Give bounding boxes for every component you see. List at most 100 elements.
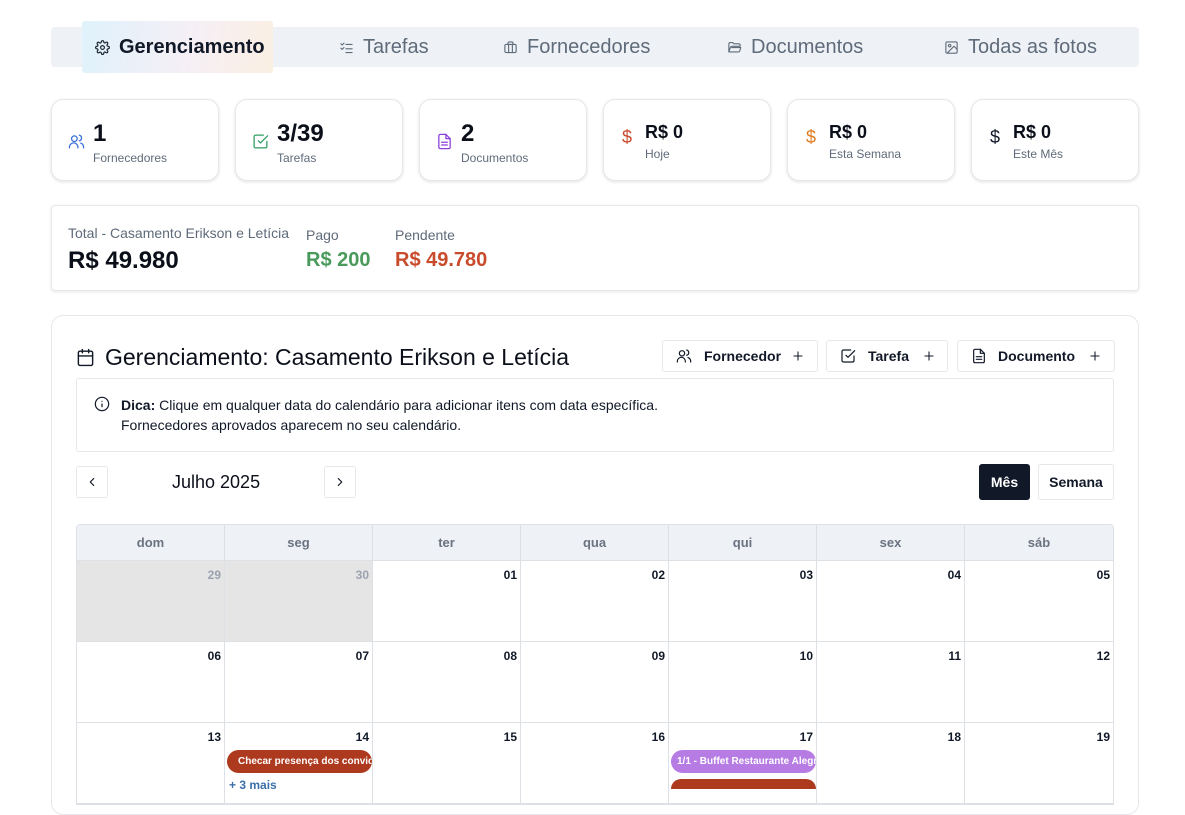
stat-value: 3/39 xyxy=(277,120,324,147)
calendar-day[interactable]: 30 xyxy=(225,561,373,641)
calendar-day[interactable]: 14 Checar presença dos convidados + 3 ma… xyxy=(225,723,373,803)
calendar-day[interactable]: 08 xyxy=(373,642,521,722)
calendar-day[interactable]: 02 xyxy=(521,561,669,641)
next-month-button[interactable] xyxy=(324,466,356,498)
calendar-day[interactable]: 11 xyxy=(817,642,965,722)
briefcase-icon xyxy=(504,40,517,53)
day-number: 19 xyxy=(1096,730,1110,744)
day-number: 16 xyxy=(651,730,665,744)
day-number: 08 xyxy=(503,649,517,663)
calendar-day[interactable]: 18 xyxy=(817,723,965,803)
calendar-day[interactable]: 03 xyxy=(669,561,817,641)
view-week-button[interactable]: Semana xyxy=(1038,464,1114,500)
calendar-day[interactable]: 10 xyxy=(669,642,817,722)
view-month-button[interactable]: Mês xyxy=(979,464,1030,500)
plus-icon xyxy=(924,351,934,361)
weekday-label: ter xyxy=(373,525,521,560)
add-fornecedor-button[interactable]: Fornecedor xyxy=(662,340,818,372)
file-icon xyxy=(973,348,985,364)
calendar-day[interactable]: 04 xyxy=(817,561,965,641)
tab-todas-as-fotos[interactable]: Todas as fotos xyxy=(944,27,1097,67)
calendar-day[interactable]: 13 xyxy=(77,723,225,803)
calendar-day[interactable]: 01 xyxy=(373,561,521,641)
file-icon xyxy=(438,133,451,150)
tab-gerenciamento[interactable]: Gerenciamento xyxy=(95,27,265,67)
day-number: 09 xyxy=(651,649,665,663)
day-number: 06 xyxy=(207,649,221,663)
tip-line-2: Fornecedores aprovados aparecem no seu c… xyxy=(121,417,462,433)
month-label: Julho 2025 xyxy=(172,472,261,492)
stat-label: Esta Semana xyxy=(829,147,902,161)
tab-label: Todas as fotos xyxy=(968,35,1097,58)
checklist-icon xyxy=(340,42,353,53)
management-title: Gerenciamento: Casamento Erikson e Letíc… xyxy=(76,344,569,371)
stat-card-hoje: $ R$ 0 Hoje xyxy=(603,99,771,181)
calendar-event-partial[interactable] xyxy=(671,779,816,789)
calendar-grid: dom seg ter qua qui sex sáb 29 30 01 02 … xyxy=(76,524,1114,805)
calendar-day[interactable]: 05 xyxy=(965,561,1113,641)
tab-documentos[interactable]: Documentos xyxy=(727,27,863,67)
stat-value: 1 xyxy=(93,120,107,147)
paid-label: Pago xyxy=(306,227,339,243)
calendar-day[interactable]: 16 xyxy=(521,723,669,803)
stat-card-este-mes: $ R$ 0 Este Mês xyxy=(971,99,1139,181)
tab-tarefas[interactable]: Tarefas xyxy=(339,27,429,67)
weekday-label: sex xyxy=(817,525,965,560)
calendar-day[interactable]: 12 xyxy=(965,642,1113,722)
button-label: Documento xyxy=(998,348,1075,364)
calendar-day[interactable]: 15 xyxy=(373,723,521,803)
calendar-day[interactable]: 07 xyxy=(225,642,373,722)
users-icon xyxy=(676,349,692,363)
tip-bold: Dica: xyxy=(121,397,156,413)
add-documento-button[interactable]: Documento xyxy=(957,340,1115,372)
more-events-link[interactable]: + 3 mais xyxy=(229,778,277,792)
weekday-label: qua xyxy=(521,525,669,560)
day-number: 14 xyxy=(355,730,369,744)
calendar-day[interactable]: 09 xyxy=(521,642,669,722)
stat-label: Fornecedores xyxy=(93,151,168,165)
check-square-icon xyxy=(253,134,269,149)
tab-label: Tarefas xyxy=(363,35,429,58)
day-number: 18 xyxy=(947,730,961,744)
dollar-icon: $ xyxy=(622,127,633,147)
weekday-label: sáb xyxy=(1027,535,1051,550)
stat-label: Este Mês xyxy=(1013,147,1064,161)
tab-fornecedores[interactable]: Fornecedores xyxy=(503,27,650,67)
day-number: 07 xyxy=(355,649,369,663)
calendar-header: dom seg ter qua qui sex sáb xyxy=(77,525,1113,561)
stat-label: Documentos xyxy=(461,151,529,165)
add-tarefa-button[interactable]: Tarefa xyxy=(826,340,948,372)
info-icon xyxy=(94,396,110,412)
total-value: R$ 49.980 xyxy=(68,247,179,274)
stat-value: R$ 0 xyxy=(645,122,684,142)
calendar-day[interactable]: 19 xyxy=(965,723,1113,803)
stat-card-tarefas: 3/39 Tarefas xyxy=(235,99,403,181)
stat-value: 2 xyxy=(461,120,475,147)
pending-label: Pendente xyxy=(395,227,455,243)
calendar-day[interactable]: 29 xyxy=(77,561,225,641)
stat-label: Hoje xyxy=(645,147,670,161)
calendar-day[interactable]: 06 xyxy=(77,642,225,722)
chevron-right-icon xyxy=(337,477,343,487)
calendar-event-vendor[interactable]: 1/1 - Buffet Restaurante Alegria xyxy=(671,750,816,773)
tab-label: Gerenciamento xyxy=(119,35,265,58)
stat-card-fornecedores: 1 Fornecedores xyxy=(51,99,219,181)
calendar-day[interactable]: 17 1/1 - Buffet Restaurante Alegria xyxy=(669,723,817,803)
plus-icon xyxy=(1090,351,1100,361)
day-number: 03 xyxy=(799,568,813,582)
day-number: 15 xyxy=(503,730,517,744)
gear-icon xyxy=(95,39,110,55)
day-number: 01 xyxy=(503,568,517,582)
stat-value: R$ 0 xyxy=(829,122,868,142)
calendar-week: 13 14 Checar presença dos convidados + 3… xyxy=(77,723,1113,804)
dollar-icon: $ xyxy=(990,127,1001,147)
stat-value: R$ 0 xyxy=(1013,122,1052,142)
day-number: 17 xyxy=(799,730,813,744)
calendar-event-document[interactable]: Checar presença dos convidados xyxy=(227,750,372,773)
stat-label: Tarefas xyxy=(277,151,317,165)
plus-icon xyxy=(793,351,803,361)
day-number: 11 xyxy=(948,649,961,663)
tip-line-1: Dica: Clique em qualquer data do calendá… xyxy=(121,397,658,413)
tab-label: Fornecedores xyxy=(527,35,651,58)
prev-month-button[interactable] xyxy=(76,466,108,498)
